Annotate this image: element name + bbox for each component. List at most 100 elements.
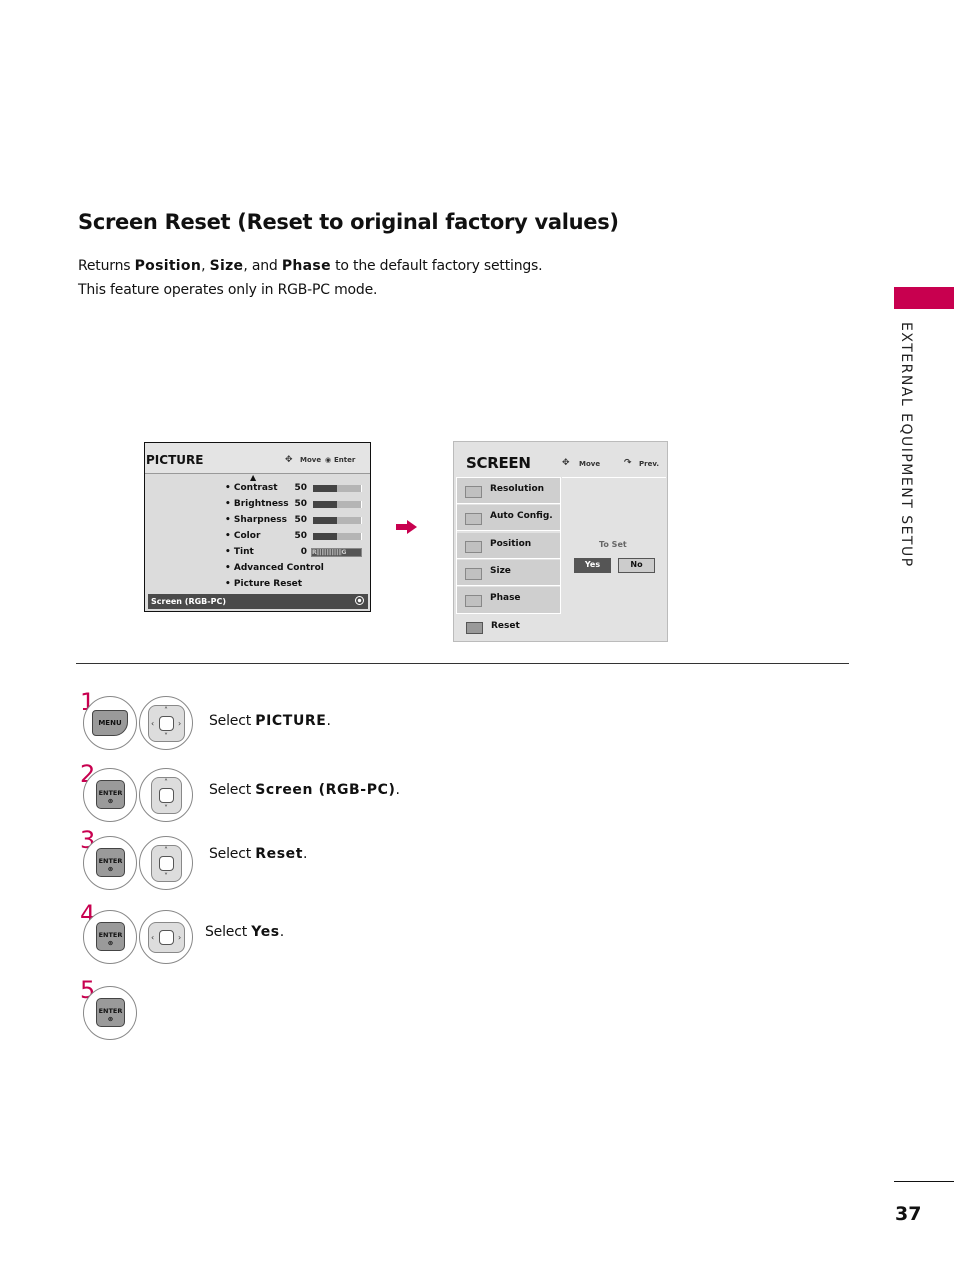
to-set-label: To Set bbox=[599, 540, 627, 549]
right-arrow-icon: › bbox=[178, 933, 182, 942]
item-label: Position bbox=[490, 539, 532, 549]
hint-move: Move bbox=[579, 460, 601, 468]
move-icon: ✥ bbox=[285, 455, 293, 465]
item-label: Auto Config. bbox=[490, 511, 553, 521]
step-text: Select bbox=[209, 846, 256, 862]
hint-prev: Prev. bbox=[639, 460, 659, 468]
step-text: . bbox=[279, 924, 284, 940]
enter-icon: ⊛ bbox=[107, 865, 114, 873]
intro-bold-size: Size bbox=[209, 258, 244, 274]
item-value: 50 bbox=[294, 515, 307, 525]
step-text: . bbox=[326, 713, 331, 729]
enter-button[interactable]: ENTER ⊛ bbox=[83, 768, 137, 822]
enter-key-label: ENTER bbox=[98, 857, 123, 865]
item-label: Size bbox=[490, 566, 511, 576]
hint-enter: Enter bbox=[334, 456, 356, 464]
menu-item-screen-rgb-pc-selected[interactable]: Screen (RGB-PC) bbox=[148, 594, 368, 609]
enter-key: ENTER ⊛ bbox=[96, 780, 125, 809]
item-value: 50 bbox=[294, 499, 307, 509]
enter-icon: ⊛ bbox=[107, 797, 114, 805]
submenu-item-position[interactable]: Position bbox=[457, 533, 560, 559]
screen-menu-osd: SCREEN ✥ Move ↷ Prev. Resolution Auto Co… bbox=[453, 441, 668, 642]
page-title: Screen Reset (Reset to original factory … bbox=[78, 210, 619, 234]
step-instruction: Select PICTURE. bbox=[209, 713, 331, 729]
enter-icon: ◉ bbox=[325, 456, 332, 464]
up-arrow-icon: ˄ bbox=[164, 778, 168, 787]
tint-bar: R|||||||||||||||G bbox=[311, 548, 362, 557]
section-label: EXTERNAL EQUIPMENT SETUP bbox=[898, 322, 914, 568]
nav-updown-button[interactable]: ˄ ˅ bbox=[139, 836, 193, 890]
submenu-item-auto-config[interactable]: Auto Config. bbox=[457, 505, 560, 531]
item-value: 50 bbox=[294, 483, 307, 493]
level-bar bbox=[313, 485, 362, 492]
submenu-item-resolution[interactable]: Resolution bbox=[457, 478, 560, 504]
enter-icon bbox=[355, 596, 364, 605]
item-label: • Advanced Control bbox=[225, 563, 324, 573]
intro-text: , bbox=[201, 258, 210, 274]
nav-leftright-button[interactable]: ‹ › bbox=[139, 910, 193, 964]
intro-line-1: Returns Position, Size, and Phase to the… bbox=[78, 258, 543, 274]
page-number: 37 bbox=[895, 1203, 922, 1225]
item-label: • Brightness bbox=[225, 499, 289, 509]
picture-menu-header: PICTURE ✥ Move ◉ Enter bbox=[145, 443, 370, 474]
menu-button[interactable]: MENU bbox=[83, 696, 137, 750]
item-label: • Contrast bbox=[225, 483, 278, 493]
left-arrow-icon: ‹ bbox=[151, 719, 155, 728]
nav-updown-button[interactable]: ˄ ˅ bbox=[139, 768, 193, 822]
scroll-up-icon: ▲ bbox=[250, 473, 257, 482]
enter-icon: ⊛ bbox=[107, 1015, 114, 1023]
enter-button[interactable]: ENTER ⊛ bbox=[83, 836, 137, 890]
ok-key bbox=[159, 930, 174, 945]
section-tab-marker bbox=[894, 287, 954, 309]
section-divider bbox=[76, 663, 849, 664]
level-bar bbox=[313, 533, 362, 540]
nav-4way-button[interactable]: ˄ ˅ ‹ › bbox=[139, 696, 193, 750]
step-target: Yes bbox=[251, 924, 280, 940]
return-icon: ↷ bbox=[624, 458, 632, 468]
item-label: Screen (RGB-PC) bbox=[151, 597, 226, 606]
submenu-item-size[interactable]: Size bbox=[457, 560, 560, 586]
item-label: • Sharpness bbox=[225, 515, 287, 525]
item-value: 50 bbox=[294, 531, 307, 541]
step-text: . bbox=[395, 782, 400, 798]
intro-bold-position: Position bbox=[134, 258, 202, 274]
ok-key bbox=[159, 716, 174, 731]
enter-icon: ⊛ bbox=[107, 939, 114, 947]
step-instruction: Select Reset. bbox=[209, 846, 308, 862]
step-target: Reset bbox=[255, 846, 304, 862]
level-bar-fill bbox=[313, 501, 337, 508]
down-arrow-icon: ˅ bbox=[164, 804, 168, 813]
enter-key-label: ENTER bbox=[98, 931, 123, 939]
yes-button[interactable]: Yes bbox=[574, 558, 611, 573]
screen-menu-title: SCREEN bbox=[466, 454, 531, 472]
footer-rule bbox=[894, 1181, 954, 1182]
step-text: . bbox=[303, 846, 308, 862]
size-icon bbox=[465, 568, 482, 580]
item-label: • Color bbox=[225, 531, 261, 541]
enter-key: ENTER ⊛ bbox=[96, 848, 125, 877]
ok-key bbox=[159, 856, 174, 871]
intro-text: to the default factory settings. bbox=[330, 258, 543, 274]
enter-key: ENTER ⊛ bbox=[96, 998, 125, 1027]
position-icon bbox=[465, 541, 482, 553]
no-button[interactable]: No bbox=[618, 558, 655, 573]
level-bar bbox=[313, 517, 362, 524]
picture-menu-title: PICTURE bbox=[146, 453, 204, 467]
submenu-item-reset[interactable]: Reset bbox=[456, 616, 561, 640]
enter-button[interactable]: ENTER ⊛ bbox=[83, 910, 137, 964]
intro-bold-phase: Phase bbox=[281, 258, 331, 274]
resolution-icon bbox=[465, 486, 482, 498]
up-arrow-icon: ˄ bbox=[164, 846, 168, 855]
item-value: 0 bbox=[300, 547, 307, 557]
item-label: Resolution bbox=[490, 484, 545, 494]
level-bar-fill bbox=[313, 517, 337, 524]
step-target: Screen (RGB-PC) bbox=[255, 782, 396, 798]
nav-pad: ˄ ˅ ‹ › bbox=[148, 705, 185, 742]
enter-button[interactable]: ENTER ⊛ bbox=[83, 986, 137, 1040]
submenu-item-phase[interactable]: Phase bbox=[457, 587, 560, 613]
picture-menu-osd: PICTURE ✥ Move ◉ Enter ▲ • Contrast 50 •… bbox=[144, 442, 371, 612]
right-arrow-icon bbox=[396, 520, 417, 534]
intro-text: , and bbox=[243, 258, 282, 274]
down-arrow-icon: ˅ bbox=[164, 872, 168, 881]
item-label: Phase bbox=[490, 593, 521, 603]
